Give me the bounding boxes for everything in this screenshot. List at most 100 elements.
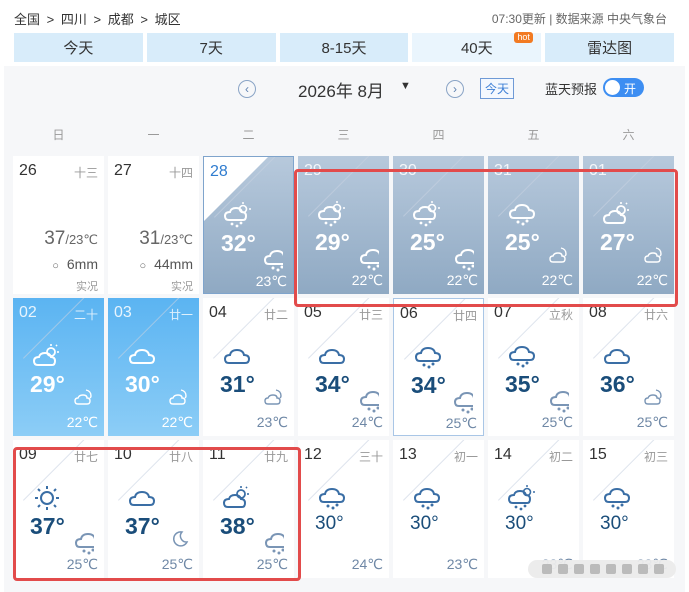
cloud-rain-icon [603, 485, 631, 511]
cloud-rain-icon [549, 388, 577, 413]
day-cell-01[interactable]: 01 27° 22℃ [583, 156, 674, 294]
low-temperature: 23℃ [256, 414, 288, 430]
day-cell-11[interactable]: 11 廿九 38° 25℃ [203, 440, 294, 578]
day-cell-14[interactable]: 14初二30°23℃ [488, 440, 579, 578]
low-temperature: 22℃ [351, 272, 383, 288]
day-number: 05 [304, 304, 322, 321]
cloudy-icon [128, 485, 156, 511]
day-number: 11 [209, 446, 226, 463]
high-temperature: 30° [125, 371, 160, 397]
low-temperature: 24℃ [351, 556, 383, 572]
tab-label: 雷达图 [587, 40, 633, 57]
breadcrumb: 全国 > 四川 > 成都 > 城区 [14, 9, 184, 28]
tab-label: 今天 [63, 40, 94, 57]
day-cell-02[interactable]: 02 二十 29° 22℃ [13, 298, 104, 436]
lunar-date: 廿四 [452, 309, 477, 323]
today-button[interactable]: 今天 [480, 78, 515, 99]
cloud-rain-icon [359, 388, 387, 413]
lunar-date: 廿一 [168, 308, 193, 322]
partly-cloudy-icon [222, 485, 251, 511]
tab-7-days[interactable]: 7天 [146, 33, 276, 62]
day-cell-26[interactable]: 26 十三 37/23℃ ○ 6mm 实况 [13, 156, 104, 294]
cloud-rain-icon [453, 389, 481, 414]
observed-tag: 实况 [171, 281, 193, 293]
cloud-rain-icon [74, 530, 102, 555]
day-cell-13[interactable]: 13 初一 30° 23℃ [393, 440, 484, 578]
cloud-rain-icon [359, 246, 387, 271]
next-month-button[interactable]: › [446, 80, 464, 98]
high-temperature: 25° [410, 229, 445, 255]
tab-8-15-days[interactable]: 8-15天 [279, 33, 409, 62]
lunar-date: 廿三 [358, 308, 383, 322]
day-number: 01 [589, 162, 607, 179]
weekday-header: 日 一 二 三 四 五 六 [13, 126, 678, 146]
tab-today[interactable]: 今天 [14, 33, 143, 62]
day-cell-12[interactable]: 12 三十 30° 24℃ [298, 440, 389, 578]
tab-label: 8-15天 [321, 40, 367, 57]
high-temperature: 30° [600, 513, 629, 534]
lunar-date: 廿九 [263, 450, 288, 464]
lunar-date: 初三 [643, 450, 668, 464]
day-cell-03[interactable]: 03 廿一 30° 22℃ [108, 298, 199, 436]
day-cell-05[interactable]: 05 廿三 34° 24℃ [298, 298, 389, 436]
high-temperature: 31° [220, 371, 255, 397]
rainfall: ○ 44mm [139, 256, 193, 272]
day-cell-06[interactable]: 06 廿四 34° 25℃ [393, 298, 484, 436]
day-cell-28[interactable]: 28 32° 23℃ [203, 156, 294, 294]
cloudy-icon [603, 343, 631, 369]
day-cell-09[interactable]: 09 廿七 37° 25℃ [13, 440, 104, 578]
moon-icon [169, 530, 189, 548]
weekday-wed: 三 [337, 128, 350, 142]
day-cell-08[interactable]: 08 廿六 36° 25℃ [583, 298, 674, 436]
day-cell-10[interactable]: 10 廿八 37° 25℃ [108, 440, 199, 578]
breadcrumb-sichuan[interactable]: 四川 [61, 12, 87, 27]
tab-40-days[interactable]: 40天 hot [412, 32, 542, 62]
weekday-thu: 四 [432, 128, 445, 142]
moon-cloud-icon [169, 388, 189, 406]
day-cell-15[interactable]: 15初三30°23℃ [583, 440, 674, 578]
moon-cloud-icon [549, 246, 569, 264]
prev-month-button[interactable]: ‹ [238, 80, 256, 98]
lunar-date: 十四 [168, 166, 193, 180]
low-temperature: 23℃ [255, 273, 287, 289]
day-cell-07[interactable]: 07 立秋 35° 25℃ [488, 298, 579, 436]
month-selector[interactable]: 2026年 8月 [298, 77, 384, 102]
high-temperature: 37° [125, 513, 160, 539]
observed-tag: 实况 [76, 281, 98, 293]
hot-badge: hot [514, 32, 533, 43]
tab-radar[interactable]: 雷达图 [545, 33, 674, 62]
toggle-knob [605, 80, 620, 95]
day-cell-30[interactable]: 30 25° 22℃ [393, 156, 484, 294]
caret-down-icon[interactable]: ▼ [400, 80, 411, 92]
high-temperature: 36° [600, 371, 635, 397]
partly-cloudy-icon [32, 343, 61, 369]
weekday-sat: 六 [622, 128, 635, 142]
day-cell-04[interactable]: 04 廿二 31° 23℃ [203, 298, 294, 436]
moon-cloud-icon [264, 388, 284, 406]
lunar-date: 十三 [73, 166, 98, 180]
lunar-date: 三十 [358, 450, 383, 464]
low-temperature: 22℃ [66, 414, 98, 430]
day-cell-29[interactable]: 29 29° 22℃ [298, 156, 389, 294]
breadcrumb-chengdu[interactable]: 成都 [108, 12, 134, 27]
day-cell-27[interactable]: 27 十四 31/23℃ ○ 44mm 实况 [108, 156, 199, 294]
day-number: 12 [304, 446, 322, 463]
high-temperature: 30° [505, 513, 534, 534]
day-number: 30 [399, 162, 417, 179]
low-temperature: 23℃ [446, 556, 478, 572]
month-bar: ‹ 2026年 8月 ▼ › 今天 蓝天预报 开 [4, 66, 685, 114]
clear-sky-toggle[interactable]: 开 [603, 78, 644, 97]
rainfall: ○ 6mm [52, 256, 98, 272]
breadcrumb-national[interactable]: 全国 [14, 12, 40, 27]
day-cell-31[interactable]: 31 25° 22℃ [488, 156, 579, 294]
high-temperature: 30° [410, 513, 439, 534]
high-temperature: 32° [221, 230, 256, 256]
day-number: 03 [114, 304, 132, 321]
weekday-tue: 二 [242, 128, 255, 142]
cloud-rain-icon [263, 247, 291, 272]
moon-cloud-icon [74, 388, 94, 406]
tab-label: 7天 [199, 40, 223, 57]
day-number: 02 [19, 304, 37, 321]
cloud-rain-icon [414, 344, 442, 370]
day-number: 29 [304, 162, 322, 179]
